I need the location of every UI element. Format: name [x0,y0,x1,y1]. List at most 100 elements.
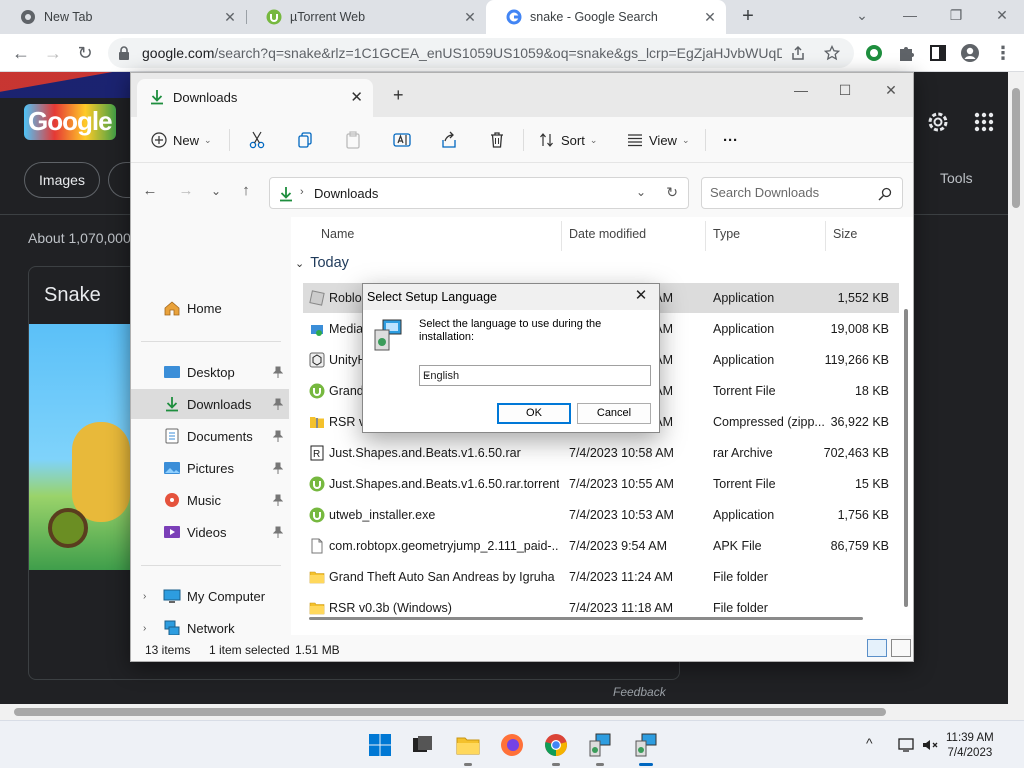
pin-icon[interactable] [273,462,283,474]
tiles-view-button[interactable] [891,639,911,657]
column-divider[interactable] [825,221,826,251]
restore-icon[interactable]: ❐ [944,4,968,26]
scrollbar-thumb[interactable] [14,708,886,716]
language-select[interactable]: English ⌄ [419,365,651,386]
pin-icon[interactable] [273,398,283,410]
file-explorer-icon[interactable] [456,733,480,757]
minimize-icon[interactable]: — [898,4,922,26]
sidebar-item-pictures[interactable]: Pictures [131,453,289,483]
tab-new-tab[interactable]: New Tab ✕ [0,0,246,34]
tools-link[interactable]: Tools [940,170,973,186]
column-header-type[interactable]: Type [713,227,740,241]
pin-icon[interactable] [273,526,283,538]
pin-icon[interactable] [273,430,283,442]
system-clock[interactable]: 11:39 AM 7/4/2023 [946,731,994,761]
images-chip[interactable]: Images [24,162,100,198]
column-divider[interactable] [705,221,706,251]
sidebar-item-documents[interactable]: Documents [131,421,289,451]
search-icon[interactable] [878,187,892,201]
search-box[interactable] [701,177,903,209]
ok-button[interactable]: OK [497,403,571,424]
view-button[interactable]: View ⌄ [627,129,690,151]
file-list-horizontal-scrollbar[interactable] [309,617,863,620]
sidebar-item-my-computer[interactable]: My Computer [131,581,289,611]
tab-utorrent-web[interactable]: µTorrent Web ✕ [246,0,486,34]
sidebar-item-desktop[interactable]: Desktop [131,357,289,387]
apps-grid-icon[interactable] [974,112,994,132]
scrollbar-thumb[interactable] [1012,88,1020,208]
back-arrow-icon[interactable]: ← [141,183,159,199]
setup-installer-icon[interactable] [588,733,612,757]
details-view-button[interactable] [867,639,887,657]
file-row[interactable]: com.robtopx.geometryjump_2.111_paid-... 7… [303,531,899,561]
close-window-icon[interactable]: ✕ [877,79,905,101]
copy-icon[interactable] [297,131,313,149]
bookmark-star-icon[interactable] [824,45,840,61]
column-header-date[interactable]: Date modified [569,227,646,241]
breadcrumb-chevron-icon[interactable]: › [300,186,304,198]
group-header-today[interactable]: ⌄ Today [295,255,349,271]
page-horizontal-scrollbar[interactable] [0,704,1024,720]
new-tab-button[interactable]: + [738,6,758,26]
back-arrow-icon[interactable]: ← [10,42,32,64]
sidebar-item-videos[interactable]: Videos [131,517,289,547]
up-arrow-icon[interactable]: ↑ [237,183,255,199]
tab-google-search[interactable]: snake - Google Search ✕ [486,0,726,34]
kebab-menu-icon[interactable]: ⋮ [992,42,1014,64]
explorer-tab-downloads[interactable]: Downloads ✕ [137,79,373,117]
forward-arrow-icon[interactable]: → [177,183,195,199]
cut-scissors-icon[interactable] [249,131,265,149]
puzzle-extensions-icon[interactable] [896,43,916,63]
paste-icon[interactable] [345,131,361,149]
file-row[interactable]: R Just.Shapes.and.Beats.v1.6.50.rar 7/4/20… [303,438,899,468]
more-options-button[interactable]: ··· [723,129,738,151]
close-icon[interactable]: ✕ [631,286,651,306]
new-button[interactable]: New ⌄ [151,129,212,151]
feedback-link[interactable]: Feedback [613,685,666,699]
share-icon[interactable] [441,131,457,149]
column-divider[interactable] [561,221,562,251]
sidebar-item-home[interactable]: Home [131,293,289,323]
sort-button[interactable]: Sort ⌄ [539,129,597,151]
close-window-icon[interactable]: ✕ [990,4,1014,26]
chrome-icon[interactable] [544,733,568,757]
breadcrumb-downloads[interactable]: Downloads [314,186,378,201]
column-header-size[interactable]: Size [833,227,857,241]
forward-arrow-icon[interactable]: → [42,42,64,64]
file-list-vertical-scrollbar[interactable] [904,309,908,607]
delete-trash-icon[interactable] [489,131,505,149]
sidebar-item-downloads[interactable]: Downloads [131,389,289,419]
sidebar-item-music[interactable]: Music [131,485,289,515]
close-tab-icon[interactable]: ✕ [350,88,363,106]
collapse-chevron-icon[interactable]: ⌄ [295,257,304,270]
close-tab-icon[interactable]: ✕ [702,9,718,25]
side-panel-icon[interactable] [928,43,948,63]
tray-chevron-up-icon[interactable]: ^ [866,735,873,751]
profile-avatar-icon[interactable] [960,43,980,63]
network-tray-icon[interactable] [898,737,914,753]
search-input[interactable] [710,185,870,200]
volume-muted-icon[interactable] [922,737,938,753]
extension-green-icon[interactable] [864,43,884,63]
recent-locations-chevron-icon[interactable]: ⌄ [207,183,225,199]
settings-gear-icon[interactable] [926,110,950,134]
task-view-icon[interactable] [410,733,434,757]
windows-start-icon[interactable] [368,733,392,757]
chevron-down-icon[interactable]: ⌄ [850,4,874,26]
rename-icon[interactable] [393,131,411,149]
minimize-icon[interactable]: — [787,79,815,101]
omnibox[interactable]: google.com/search?q=snake&rlz=1C1GCEA_en… [108,38,854,68]
page-vertical-scrollbar[interactable] [1008,72,1024,704]
reload-icon[interactable]: ↻ [74,42,96,64]
address-bar[interactable]: › Downloads ⌄ ↻ [269,177,689,209]
file-row[interactable]: Grand Theft Auto San Andreas by Igruha 7/… [303,562,899,592]
file-row[interactable]: utweb_installer.exe 7/4/2023 10:53 AM Appl… [303,500,899,530]
file-row[interactable]: Just.Shapes.and.Beats.v1.6.50.rar.torren… [303,469,899,499]
new-explorer-tab-button[interactable]: + [393,85,404,106]
firefox-icon[interactable] [500,733,524,757]
close-tab-icon[interactable]: ✕ [462,9,478,25]
chevron-down-icon[interactable]: ⌄ [636,185,646,199]
column-header-name[interactable]: Name [321,227,354,241]
refresh-icon[interactable]: ↻ [666,184,678,201]
maximize-icon[interactable]: ☐ [831,79,859,101]
